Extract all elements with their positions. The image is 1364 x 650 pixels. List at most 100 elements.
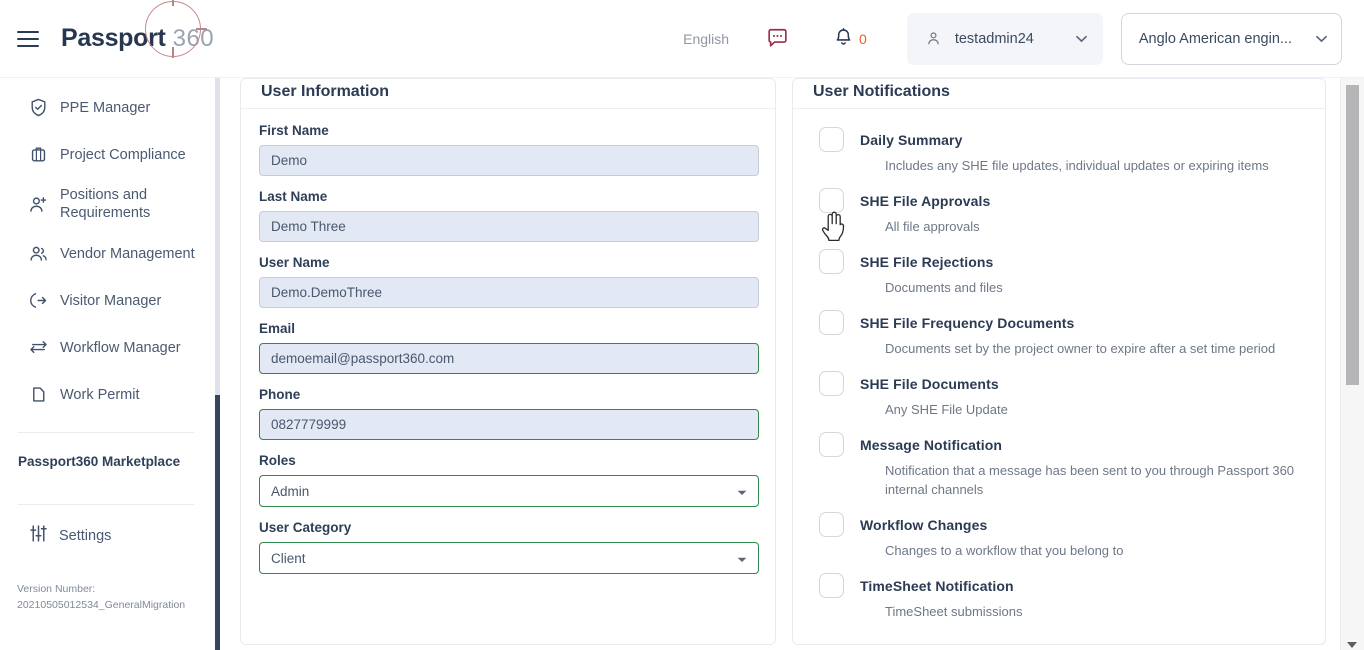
sidebar-scrollbar[interactable] bbox=[215, 78, 220, 650]
top-header: Passport 360 English 0 testadmin24 Anglo… bbox=[0, 0, 1364, 78]
chevron-down-icon[interactable] bbox=[1347, 642, 1357, 648]
sliders-icon bbox=[28, 523, 49, 549]
notification-row: Workflow Changes bbox=[819, 512, 1309, 537]
notification-item-workflow-changes: Workflow Changes Changes to a workflow t… bbox=[819, 512, 1309, 560]
version-info: Version Number: 20210505012534_GeneralMi… bbox=[0, 549, 212, 613]
first-name-input[interactable]: Demo bbox=[259, 145, 759, 176]
notification-row: SHE File Approvals bbox=[819, 188, 1309, 213]
sidebar-scrollbar-track bbox=[215, 78, 220, 395]
sidebar-item-settings[interactable]: Settings bbox=[0, 505, 212, 549]
timesheet-notification-checkbox[interactable] bbox=[819, 573, 844, 598]
brand-name: Passport bbox=[61, 24, 166, 52]
notification-label: TimeSheet Notification bbox=[860, 577, 1014, 594]
document-icon bbox=[28, 384, 54, 405]
shield-check-icon bbox=[28, 97, 54, 118]
brand-suffix: 360 bbox=[172, 25, 215, 52]
field-label: Roles bbox=[259, 453, 296, 468]
last-name-input[interactable]: Demo Three bbox=[259, 211, 759, 242]
notification-row: TimeSheet Notification bbox=[819, 573, 1309, 598]
page-scrollbar-thumb[interactable] bbox=[1346, 85, 1359, 385]
notification-item-she-file-rejections: SHE File Rejections Documents and files bbox=[819, 249, 1309, 297]
sidebar-settings-label: Settings bbox=[59, 528, 112, 544]
brand-logo[interactable]: Passport 360 bbox=[61, 0, 215, 58]
email-input[interactable]: demoemail@passport360.com bbox=[259, 343, 759, 374]
notification-description: All file approvals bbox=[885, 219, 980, 234]
sidebar-item-visitor-manager[interactable]: Visitor Manager bbox=[0, 277, 212, 324]
user-icon bbox=[928, 32, 939, 45]
notification-label: Workflow Changes bbox=[860, 516, 988, 533]
sidebar-item-label: Workflow Manager bbox=[60, 339, 181, 356]
sidebar-item-work-permit[interactable]: Work Permit bbox=[0, 371, 212, 418]
sidebar-item-label: Positions and Requirements bbox=[60, 187, 151, 221]
sidebar-item-label: Visitor Manager bbox=[60, 292, 162, 309]
sidebar-item-project-compliance[interactable]: Project Compliance bbox=[0, 131, 212, 178]
workflow-changes-checkbox[interactable] bbox=[819, 512, 844, 537]
notification-label: SHE File Frequency Documents bbox=[860, 314, 1075, 331]
login-arrow-icon bbox=[28, 290, 54, 311]
page-scrollbar[interactable] bbox=[1340, 78, 1364, 650]
sidebar-nav: PPE Manager Project Compliance Positions… bbox=[0, 78, 212, 418]
field-email: Email demoemail@passport360.com bbox=[259, 321, 759, 374]
sidebar-item-workflow-manager[interactable]: Workflow Manager bbox=[0, 324, 212, 371]
field-label: First Name bbox=[259, 123, 329, 138]
daily-summary-checkbox[interactable] bbox=[819, 127, 844, 152]
message-bubble-icon[interactable] bbox=[765, 26, 790, 51]
roles-selected-value: Admin bbox=[271, 483, 310, 499]
notification-row: SHE File Documents bbox=[819, 371, 1309, 396]
version-value: 20210505012534_GeneralMigration bbox=[17, 599, 186, 611]
main-content: User Information First Name Demo Last Na… bbox=[224, 78, 1340, 650]
message-notification-checkbox[interactable] bbox=[819, 432, 844, 457]
notification-item-she-file-documents: SHE File Documents Any SHE File Update bbox=[819, 371, 1309, 419]
bell-icon bbox=[836, 28, 851, 45]
notification-count-badge: 0 bbox=[859, 30, 867, 47]
briefcase-icon bbox=[28, 144, 54, 165]
sidebar-item-vendor-management[interactable]: Vendor Management bbox=[0, 230, 212, 277]
sidebar-item-positions-and-requirements[interactable]: Positions and Requirements bbox=[0, 178, 212, 230]
notification-item-daily-summary: Daily Summary Includes any SHE file upda… bbox=[819, 127, 1309, 175]
she-file-frequency-documents-checkbox[interactable] bbox=[819, 310, 844, 335]
notification-row: Daily Summary bbox=[819, 127, 1309, 152]
sidebar-item-label: Project Compliance bbox=[60, 146, 186, 163]
phone-input[interactable]: 0827779999 bbox=[259, 409, 759, 440]
she-file-documents-checkbox[interactable] bbox=[819, 371, 844, 396]
notification-item-message-notification: Message Notification Notification that a… bbox=[819, 432, 1309, 499]
language-selector[interactable]: English bbox=[683, 31, 729, 47]
field-phone: Phone 0827779999 bbox=[259, 387, 759, 440]
hamburger-icon[interactable] bbox=[17, 26, 43, 52]
sidebar-item-ppe-manager[interactable]: PPE Manager bbox=[0, 84, 212, 131]
notification-description: Documents and files bbox=[885, 280, 1003, 295]
chevron-down-icon bbox=[1052, 35, 1087, 43]
field-roles: Roles Admin bbox=[259, 453, 759, 507]
roles-select[interactable]: Admin bbox=[259, 475, 759, 507]
user-category-select[interactable]: Client bbox=[259, 542, 759, 574]
notification-item-timesheet-notification: TimeSheet Notification TimeSheet submiss… bbox=[819, 573, 1309, 621]
field-label: User Category bbox=[259, 520, 352, 535]
notification-description: Documents set by the project owner to ex… bbox=[885, 341, 1276, 356]
version-label: Version Number: bbox=[17, 583, 96, 595]
field-first-name: First Name Demo bbox=[259, 123, 759, 176]
she-file-approvals-checkbox[interactable] bbox=[819, 188, 844, 213]
chevron-down-icon bbox=[1292, 35, 1327, 43]
user-information-form: First Name Demo Last Name Demo Three Use… bbox=[241, 109, 775, 596]
user-menu[interactable]: testadmin24 bbox=[906, 12, 1103, 65]
organisation-selector[interactable]: Anglo American engin... bbox=[1120, 12, 1342, 65]
notification-label: Daily Summary bbox=[860, 131, 963, 148]
notification-item-she-file-approvals: SHE File Approvals All file approvals bbox=[819, 188, 1309, 236]
field-user-category: User Category Client bbox=[259, 520, 759, 574]
field-label: Phone bbox=[259, 387, 301, 402]
sidebar-item-label: PPE Manager bbox=[60, 99, 151, 116]
header-actions: English 0 testadmin24 Anglo American eng… bbox=[683, 12, 1364, 65]
compass-tick-top-icon bbox=[172, 0, 174, 6]
notifications-bell[interactable]: 0 bbox=[832, 27, 867, 50]
she-file-rejections-checkbox[interactable] bbox=[819, 249, 844, 274]
field-label: Last Name bbox=[259, 189, 328, 204]
sidebar-item-marketplace[interactable]: Passport360 Marketplace bbox=[0, 433, 212, 490]
notification-label: SHE File Documents bbox=[860, 375, 999, 392]
user-information-card: User Information First Name Demo Last Na… bbox=[240, 78, 776, 645]
exchange-arrows-icon bbox=[28, 337, 54, 358]
user-name-input[interactable]: Demo.DemoThree bbox=[259, 277, 759, 308]
sidebar-item-label: Work Permit bbox=[60, 386, 140, 403]
left-sidebar: PPE Manager Project Compliance Positions… bbox=[0, 78, 212, 650]
organisation-label: Anglo American engin... bbox=[1138, 30, 1292, 47]
sidebar-scrollbar-thumb[interactable] bbox=[215, 395, 220, 650]
